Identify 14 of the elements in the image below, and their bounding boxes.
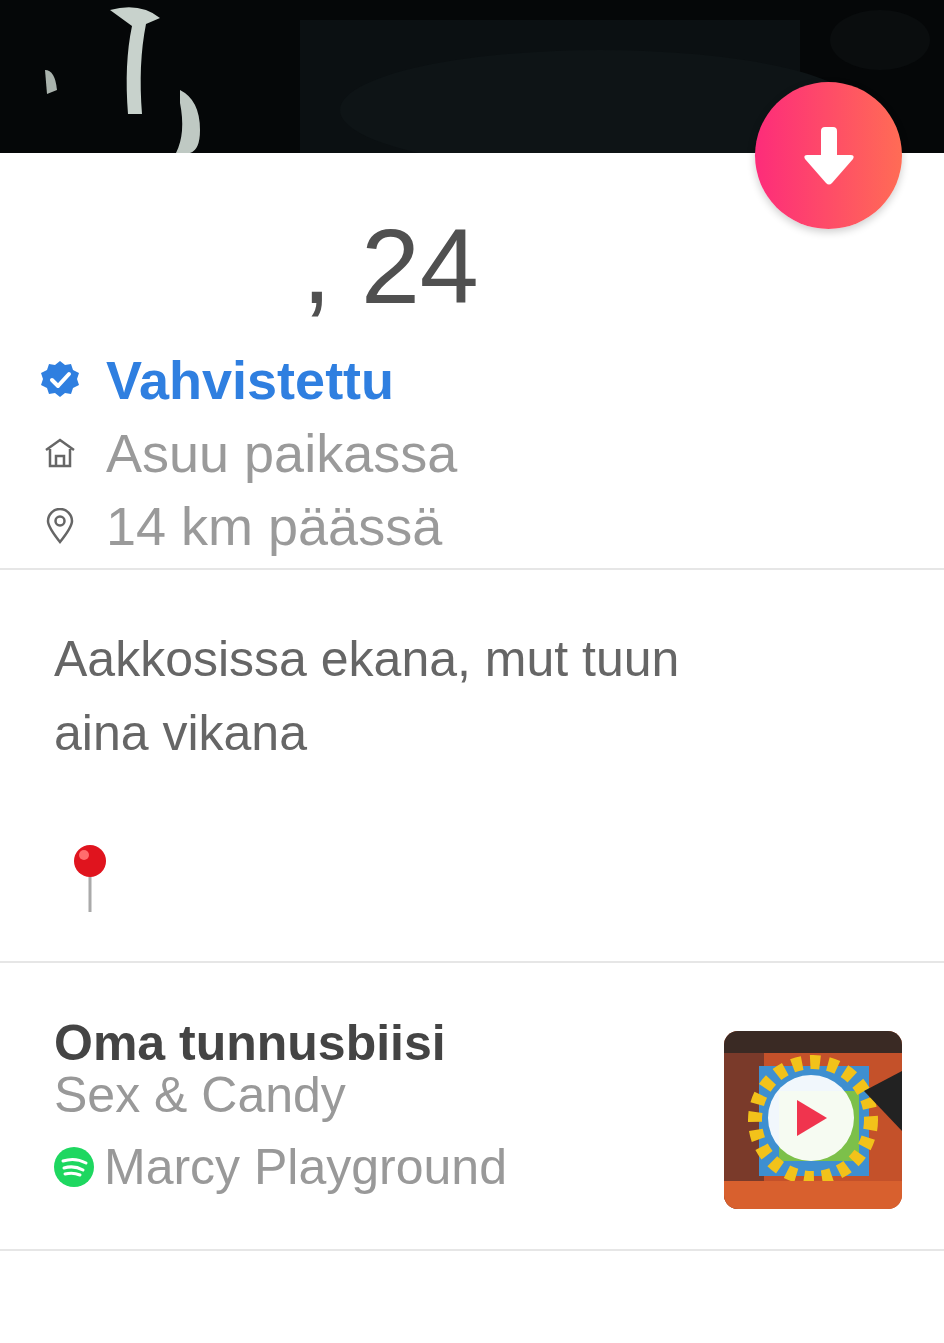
name-age: , 24 bbox=[302, 213, 480, 327]
verified-label: Vahvistettu bbox=[106, 348, 395, 411]
pushpin-icon bbox=[72, 844, 108, 912]
location-pin-icon bbox=[46, 507, 74, 544]
anthem-title: Oma tunnusbiisi bbox=[54, 1017, 447, 1069]
bio-text: Aakkosissa ekana, mut tuun aina vikana bbox=[54, 630, 681, 763]
down-arrow-icon bbox=[802, 126, 855, 185]
profile-detail: Asuu paikassa bbox=[106, 421, 458, 484]
song-title: Sex & Candy bbox=[54, 1069, 347, 1121]
house-icon bbox=[44, 437, 76, 468]
artist-name: Marcy Playground bbox=[104, 1141, 507, 1193]
profile-detail: 14 km päässä bbox=[106, 494, 443, 557]
verified-badge-icon bbox=[40, 359, 80, 400]
spotify-icon bbox=[54, 1147, 94, 1187]
